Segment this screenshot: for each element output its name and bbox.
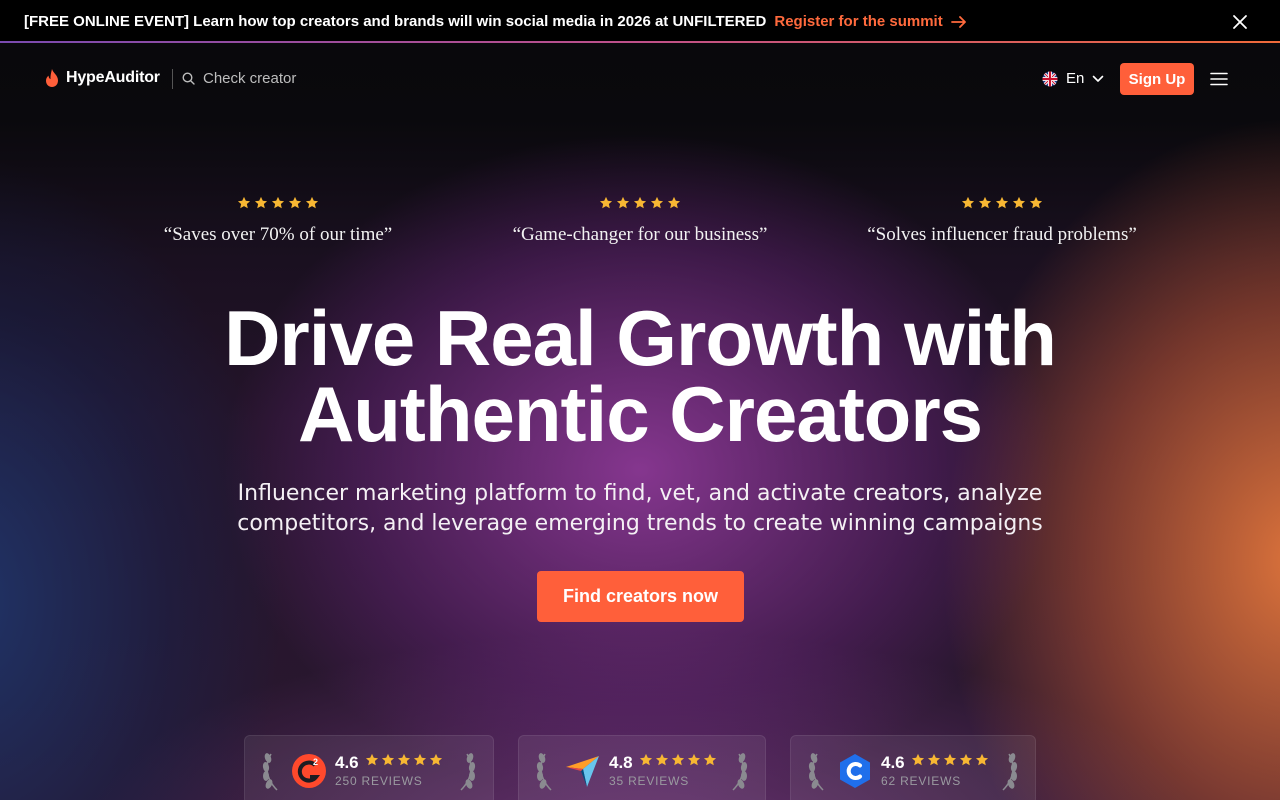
laurel-left-icon — [536, 753, 552, 791]
star-icon — [429, 753, 443, 766]
laurel-right-icon — [1002, 753, 1018, 791]
announcement-message: [FREE ONLINE EVENT] Learn how top creato… — [24, 13, 767, 30]
brand-name: HypeAuditor — [66, 69, 160, 86]
site-header: HypeAuditor Check creator En Sign Up — [0, 43, 1280, 115]
hero-subtitle-line-1: Influencer marketing platform to find, v… — [237, 481, 1043, 506]
testimonial: “Solves influencer fraud problems” — [842, 196, 1162, 246]
check-creator-search[interactable]: Check creator — [182, 70, 296, 87]
star-icon — [959, 753, 973, 766]
hero-title-line-1: Drive Real Growth with — [224, 294, 1057, 382]
hero-title: Drive Real Growth with Authentic Creator… — [0, 299, 1280, 453]
star-icon — [667, 196, 681, 209]
star-icon — [365, 753, 379, 766]
arrow-right-icon — [950, 15, 966, 28]
star-icon — [978, 196, 992, 209]
star-icon — [639, 753, 653, 766]
star-icon — [975, 753, 989, 766]
star-rating — [480, 196, 800, 212]
brand-logo[interactable]: HypeAuditor — [44, 68, 160, 88]
star-icon — [254, 196, 268, 209]
star-icon — [655, 753, 669, 766]
star-rating — [365, 753, 443, 767]
star-icon — [599, 196, 613, 209]
star-icon — [943, 753, 957, 766]
laurel-right-icon — [732, 753, 748, 791]
star-icon — [633, 196, 647, 209]
testimonial-quote: “Saves over 70% of our time” — [163, 224, 393, 245]
hero-title-line-2: Authentic Creators — [297, 370, 983, 458]
register-summit-label: Register for the summit — [774, 13, 943, 30]
crozdesk-logo-icon — [840, 754, 870, 788]
close-icon[interactable] — [1230, 12, 1250, 32]
star-icon — [1012, 196, 1026, 209]
testimonial-quote: “Solves influencer fraud problems” — [867, 224, 1137, 245]
star-icon — [616, 196, 630, 209]
laurel-left-icon — [808, 753, 824, 791]
flame-icon — [46, 69, 58, 87]
rating-score: 4.6 — [335, 753, 359, 772]
star-icon — [305, 196, 319, 209]
star-icon — [381, 753, 395, 766]
testimonial: “Saves over 70% of our time” — [118, 196, 438, 246]
star-icon — [413, 753, 427, 766]
language-label: En — [1066, 70, 1085, 87]
star-icon — [911, 753, 925, 766]
star-icon — [397, 753, 411, 766]
laurel-right-icon — [460, 753, 476, 791]
review-count: 250 REVIEWS — [335, 774, 423, 788]
star-icon — [703, 753, 717, 766]
announcement-bar: [FREE ONLINE EVENT] Learn how top creato… — [0, 0, 1280, 43]
language-selector[interactable]: En — [1042, 70, 1104, 87]
capterra-logo-icon — [566, 756, 599, 787]
find-creators-button[interactable]: Find creators now — [537, 571, 744, 622]
star-rating — [639, 753, 717, 767]
star-icon — [271, 196, 285, 209]
hero-subtitle: Influencer marketing platform to find, v… — [200, 479, 1080, 539]
uk-flag-icon — [1042, 71, 1058, 86]
star-icon — [927, 753, 941, 766]
star-rating — [118, 196, 438, 212]
hero-subtitle-line-2: competitors, and leverage emerging trend… — [237, 511, 1043, 536]
star-icon — [237, 196, 251, 209]
star-icon — [650, 196, 664, 209]
rating-badge-g2[interactable]: 2 4.6 250 REVIEWS — [244, 735, 494, 800]
star-icon — [671, 753, 685, 766]
register-summit-link[interactable]: Register for the summit — [774, 13, 966, 30]
testimonial: “Game-changer for our business” — [480, 196, 800, 246]
rating-badge-capterra[interactable]: 4.8 35 REVIEWS — [518, 735, 766, 800]
testimonial-quote: “Game-changer for our business” — [512, 224, 768, 245]
rating-score: 4.8 — [609, 753, 633, 772]
star-icon — [687, 753, 701, 766]
g2-logo-icon: 2 — [292, 754, 326, 788]
laurel-left-icon — [262, 753, 278, 791]
star-icon — [995, 196, 1009, 209]
star-icon — [1029, 196, 1043, 209]
search-placeholder: Check creator — [203, 70, 297, 87]
search-icon — [182, 72, 195, 85]
review-count: 35 REVIEWS — [609, 774, 690, 788]
rating-badge-crozdesk[interactable]: 4.6 62 REVIEWS — [790, 735, 1036, 800]
chevron-down-icon — [1093, 75, 1104, 82]
header-divider — [172, 69, 173, 89]
star-icon — [288, 196, 302, 209]
review-count: 62 REVIEWS — [881, 774, 962, 788]
star-rating — [842, 196, 1162, 212]
hamburger-menu-icon[interactable] — [1210, 71, 1228, 87]
star-icon — [961, 196, 975, 209]
rating-score: 4.6 — [881, 753, 905, 772]
svg-text:2: 2 — [313, 757, 318, 767]
sign-up-button[interactable]: Sign Up — [1120, 63, 1194, 95]
star-rating — [911, 753, 989, 767]
